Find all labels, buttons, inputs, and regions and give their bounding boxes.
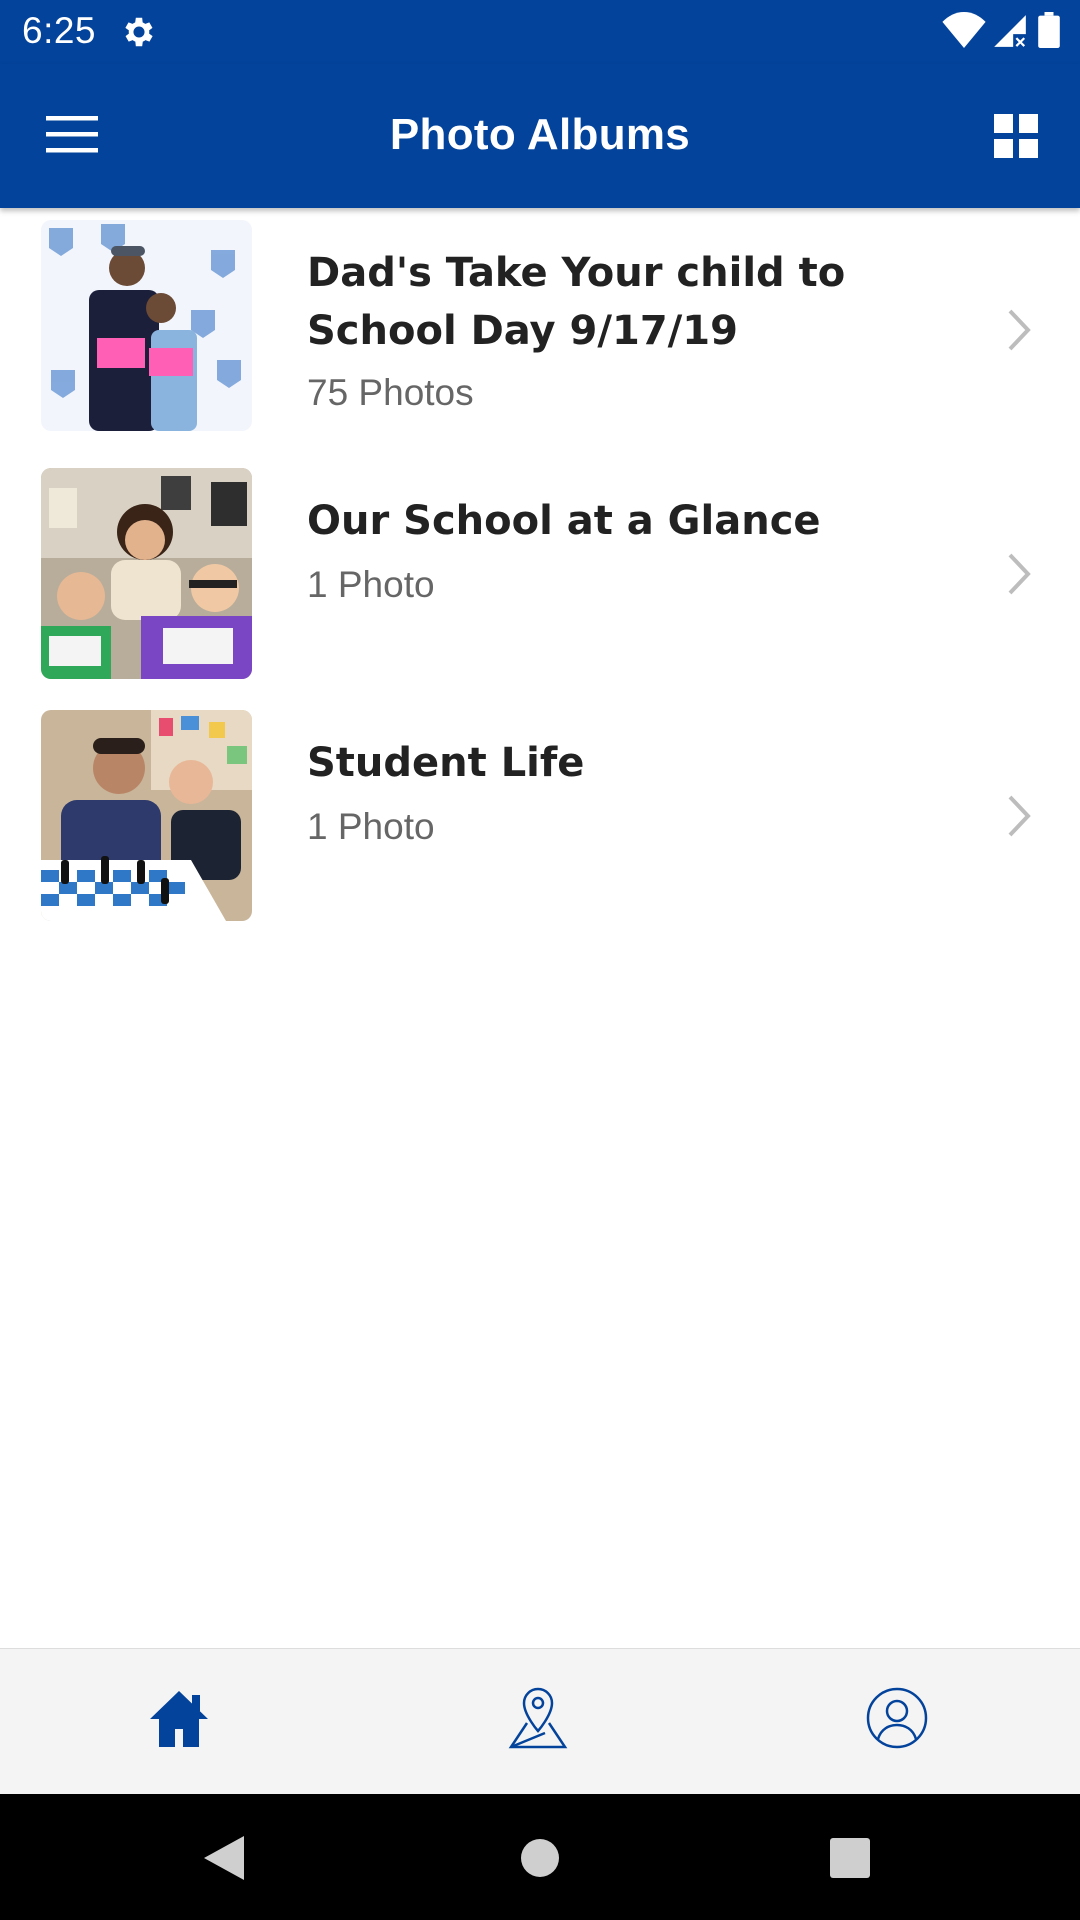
chevron-right-icon [1008,309,1031,351]
chevron-right-icon [1008,553,1031,595]
album-row[interactable]: Dad's Take Your child to School Day 9/17… [0,208,1080,442]
bottom-navigation [0,1648,1080,1795]
signal-icon [994,15,1026,47]
app-bar: Photo Albums [0,64,1080,208]
grid-view-icon[interactable] [994,114,1038,158]
album-title: Student Life [307,740,585,786]
album-thumbnail [41,468,252,679]
status-bar: 6:25 [0,0,1080,64]
map-pin-icon[interactable] [505,1685,571,1751]
album-photo-count: 1 Photo [307,806,435,847]
recents-icon[interactable] [830,1838,870,1878]
status-time: 6:25 [22,10,97,51]
battery-icon [1038,12,1060,48]
album-row[interactable]: Our School at a Glance 1 Photo [0,442,1080,684]
chevron-right-icon [1008,795,1031,837]
profile-icon[interactable] [864,1685,930,1751]
home-icon[interactable] [146,1685,212,1751]
album-thumbnail [41,710,252,921]
gear-icon [125,17,153,47]
album-photo-count: 1 Photo [307,564,435,605]
back-icon[interactable] [204,1836,246,1880]
album-title: Dad's Take Your child to School Day 9/17… [307,250,846,354]
home-circle-icon[interactable] [520,1838,560,1878]
album-title: Our School at a Glance [307,498,821,544]
album-thumbnail [41,220,252,431]
page-title: Photo Albums [389,110,691,159]
wifi-icon [942,12,986,48]
album-row[interactable]: Student Life 1 Photo [0,684,1080,926]
album-photo-count: 75 Photos [307,372,474,413]
system-navigation-bar [0,1794,1080,1920]
